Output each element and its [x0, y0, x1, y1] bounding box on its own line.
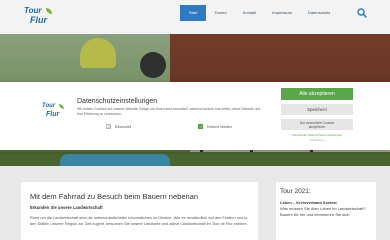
leaf-icon	[59, 104, 64, 109]
checkbox-essential[interactable]: ✓ Essenziell	[106, 124, 131, 129]
dialog-logo: Tour Flur	[42, 103, 66, 121]
checkbox-label: Externe Medien	[207, 124, 233, 129]
save-button[interactable]: Speichern	[281, 104, 353, 115]
sidebar-title: Tour 2021:	[280, 188, 311, 195]
only-essential-line2: akzeptieren	[308, 124, 326, 129]
site-header: Tour Flur Start Touren Kontakt Impressum…	[0, 0, 390, 34]
logo-text-bottom: Flur	[30, 15, 47, 25]
sidebar-text-block: Leben – Kreisverband Seelow Was müssen S…	[280, 200, 374, 217]
article-subtitle: Erkunden Sie unsere Landwirtschaft	[30, 205, 103, 210]
sidebar-text: Was müssen Sie über Leben im Landwirtsch…	[280, 205, 366, 217]
nav-item-start[interactable]: Start	[180, 5, 207, 21]
nav-item-kontakt[interactable]: Kontakt	[235, 5, 265, 21]
only-essential-button[interactable]: Nur essenzielle Cookies akzeptieren	[281, 119, 353, 130]
nav-item-datenschutz[interactable]: Datenschutz	[300, 5, 338, 21]
article-title: Mit dem Fahrrad zu Besuch beim Bauern ne…	[30, 192, 199, 201]
checkbox-label: Essenziell	[115, 124, 132, 129]
article-text: Rund um die Landwirtschaft sind die unte…	[30, 215, 248, 226]
check-icon: ✓	[200, 124, 204, 129]
checkbox-external-media[interactable]: ✓ Externe Medien	[198, 124, 232, 129]
dialog-title: Datenschutzeinstellungen	[77, 98, 158, 105]
imprint-link[interactable]: Impressum	[281, 138, 353, 142]
search-icon[interactable]	[357, 8, 367, 18]
checkbox-box[interactable]: ✓	[106, 124, 111, 129]
main-article-card: Mit dem Fahrrad zu Besuch beim Bauern ne…	[21, 182, 258, 240]
sidebar-card: Tour 2021: Leben – Kreisverband Seelow W…	[276, 182, 376, 240]
accept-all-button[interactable]: Alle akzeptieren	[281, 88, 353, 100]
logo-text-top: Tour	[24, 6, 42, 15]
cookie-consent-dialog: Tour Flur Datenschutzeinstellungen Wir n…	[0, 82, 390, 150]
check-icon: ✓	[108, 124, 112, 129]
sidebar-bold-line: Leben – Kreisverband Seelow	[280, 200, 337, 205]
dialog-text: Wir nutzen Cookies auf unserer Website. …	[77, 107, 261, 116]
dialog-logo-text-bottom: Flur	[46, 111, 60, 118]
leaf-icon	[46, 8, 52, 14]
nav-item-touren[interactable]: Touren	[206, 5, 234, 21]
site-logo[interactable]: Tour Flur	[24, 6, 54, 28]
dialog-logo-text-top: Tour	[42, 103, 56, 109]
checkbox-box[interactable]: ✓	[198, 124, 203, 129]
individual-settings-link[interactable]: Individuelle Datenschutzeinstellungen	[281, 133, 353, 137]
nav-item-impressum[interactable]: Impressum	[264, 5, 300, 21]
main-nav: Start Touren Kontakt Impressum Datenschu…	[180, 5, 338, 21]
